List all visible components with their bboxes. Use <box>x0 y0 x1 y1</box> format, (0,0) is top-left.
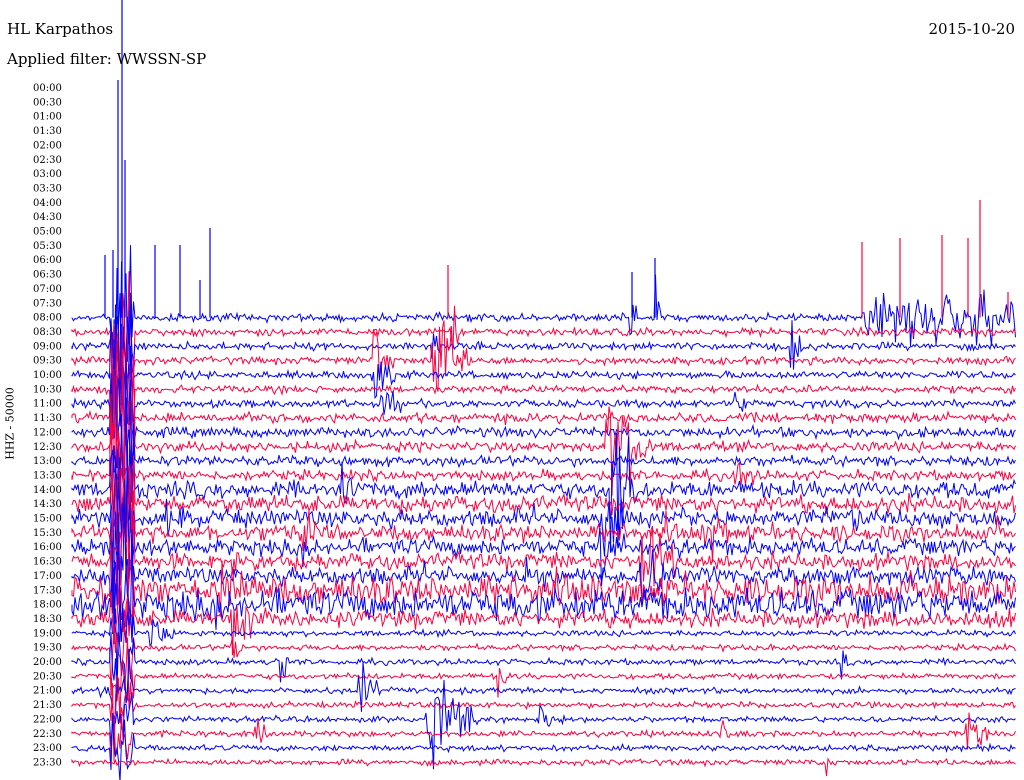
trace-row-0800 <box>71 245 1016 406</box>
trace-row-2330 <box>71 757 1016 777</box>
row-label-1700: 17:00 <box>33 571 62 582</box>
row-label-0000: 00:00 <box>33 83 62 94</box>
trace-row-2200 <box>71 679 1016 770</box>
row-label-1400: 14:00 <box>33 485 62 496</box>
trace-row-0900 <box>71 267 1016 406</box>
row-label-2030: 20:30 <box>33 671 62 682</box>
row-label-1100: 11:00 <box>33 399 62 410</box>
date-label: 2015-10-20 <box>928 20 1015 38</box>
trace-row-1030 <box>71 323 1016 445</box>
row-label-0430: 04:30 <box>33 212 62 223</box>
row-label-2200: 22:00 <box>33 714 62 725</box>
trace-row-2000 <box>71 632 1016 704</box>
row-label-0500: 05:00 <box>33 227 62 238</box>
row-label-0530: 05:30 <box>33 241 62 252</box>
row-label-0930: 09:30 <box>33 356 62 367</box>
row-label-1900: 19:00 <box>33 628 62 639</box>
row-label-2100: 21:00 <box>33 686 62 697</box>
row-label-1230: 12:30 <box>33 442 62 453</box>
trace-row-1130 <box>71 375 1016 508</box>
row-label-2300: 23:00 <box>33 743 62 754</box>
row-label-1800: 18:00 <box>33 600 62 611</box>
trace-row-1900 <box>71 604 1016 683</box>
row-label-2330: 23:30 <box>33 757 62 768</box>
row-label-0230: 02:30 <box>33 155 62 166</box>
trace-row-0930 <box>71 293 1016 436</box>
row-label-0900: 09:00 <box>33 341 62 352</box>
row-label-0100: 01:00 <box>33 112 62 123</box>
row-label-0800: 08:00 <box>33 313 62 324</box>
row-label-1130: 11:30 <box>33 413 62 424</box>
row-label-0300: 03:00 <box>33 169 62 180</box>
trace-row-1000 <box>71 292 1016 437</box>
filter-label: Applied filter: WWSSN-SP <box>7 50 207 68</box>
row-label-1730: 17:30 <box>33 585 62 596</box>
row-label-0830: 08:30 <box>33 327 62 338</box>
trace-row-2300 <box>71 713 1016 780</box>
row-label-1300: 13:00 <box>33 456 62 467</box>
row-label-1530: 15:30 <box>33 528 62 539</box>
row-label-2000: 20:00 <box>33 657 62 668</box>
row-label-0130: 01:30 <box>33 126 62 137</box>
row-label-1000: 10:00 <box>33 370 62 381</box>
row-label-2230: 22:30 <box>33 729 62 740</box>
row-label-0030: 00:30 <box>33 97 62 108</box>
helicorder-plot: 00:00 00:30 01:00 01:30 02:00 02:30 03:00 03:30… <box>33 0 1016 780</box>
row-label-1200: 12:00 <box>33 427 62 438</box>
row-label-1030: 10:30 <box>33 384 62 395</box>
row-label-0700: 07:00 <box>33 284 62 295</box>
row-label-0630: 06:30 <box>33 270 62 281</box>
row-label-1600: 16:00 <box>33 542 62 553</box>
station-title: HL Karpathos <box>7 20 114 38</box>
row-label-1330: 13:30 <box>33 470 62 481</box>
row-label-0600: 06:00 <box>33 255 62 266</box>
row-label-1930: 19:30 <box>33 643 62 654</box>
row-label-1430: 14:30 <box>33 499 62 510</box>
row-label-1500: 15:00 <box>33 514 62 525</box>
row-label-1830: 18:30 <box>33 614 62 625</box>
row-label-0730: 07:30 <box>33 298 62 309</box>
row-label-0400: 04:00 <box>33 198 62 209</box>
trace-row-1930 <box>71 623 1016 696</box>
row-label-1630: 16:30 <box>33 557 62 568</box>
y-axis-label: HHZ - 50000 <box>3 387 17 460</box>
row-label-0200: 02:00 <box>33 140 62 151</box>
trace-row-1530 <box>71 472 1016 579</box>
row-label-0330: 03:30 <box>33 183 62 194</box>
trace-row-2100 <box>71 648 1016 720</box>
row-label-2130: 21:30 <box>33 700 62 711</box>
